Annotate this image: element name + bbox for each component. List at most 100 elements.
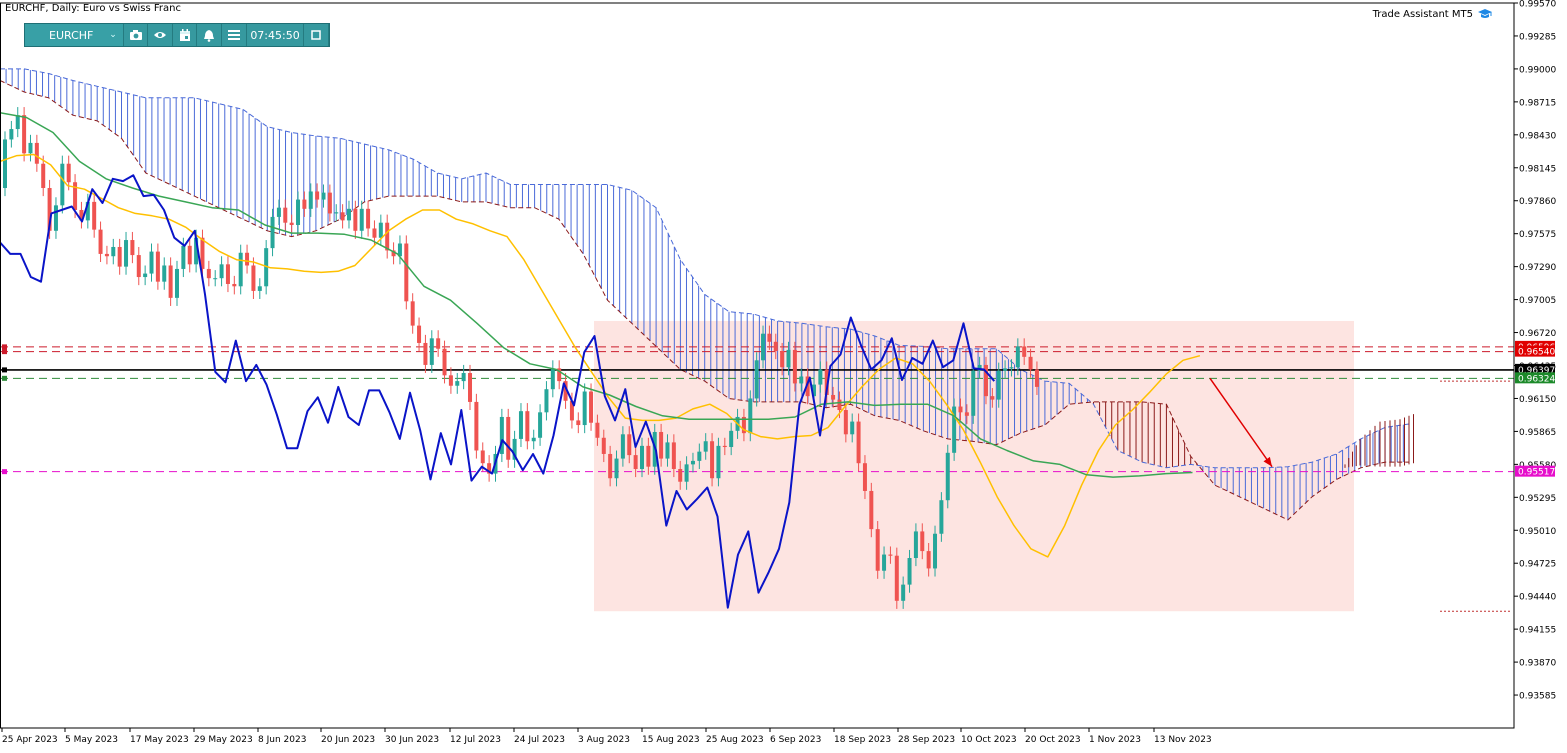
bull-candle [219, 264, 224, 279]
symbol-selector[interactable]: EURCHF ⌄ [25, 24, 124, 46]
x-tick-label: 12 Jul 2023 [450, 735, 501, 745]
price-label: 0.96540 [1518, 348, 1555, 358]
x-tick-label: 6 Sep 2023 [770, 735, 821, 745]
bull-candle [665, 442, 670, 459]
bear-candle [722, 445, 727, 448]
bear-candle [22, 115, 27, 154]
bull-candle [378, 222, 383, 238]
bull-candle [703, 441, 708, 452]
bear-candle [862, 463, 867, 491]
y-tick-label: 0.93585 [1519, 692, 1556, 702]
bull-candle [276, 207, 281, 217]
bull-candle [455, 381, 460, 386]
bear-candle [468, 373, 473, 402]
calendar-icon [179, 28, 190, 41]
bear-candle [601, 437, 606, 454]
bull-candle [716, 445, 721, 479]
bear-candle [1028, 356, 1033, 370]
y-tick-label: 0.96150 [1519, 395, 1556, 405]
y-tick-label: 0.99285 [1519, 32, 1556, 42]
bull-candle [544, 389, 549, 413]
bear-candle [327, 192, 332, 214]
analysis-zone [594, 320, 1354, 612]
x-tick-label: 10 Oct 2023 [961, 735, 1017, 745]
bear-candle [315, 191, 320, 200]
x-tick-label: 18 Sep 2023 [834, 735, 891, 745]
bear-candle [633, 455, 638, 469]
chart-canvas: 0.99570 0.99285 0.99000 0.98715 0.98430 0.981… [0, 0, 1567, 749]
trade-assistant-label[interactable]: Trade Assistant MT5 [1373, 8, 1493, 20]
bear-candle [671, 442, 676, 469]
trade-assistant-text: Trade Assistant MT5 [1372, 8, 1473, 20]
quick-toolbar: EURCHF ⌄ 07:45:50 [24, 23, 330, 47]
watch-button[interactable] [148, 24, 173, 46]
bull-candle [697, 451, 702, 461]
bear-candle [869, 490, 874, 530]
bull-candle [1003, 368, 1008, 371]
y-tick-label: 0.99000 [1519, 65, 1556, 75]
bear-candle [856, 421, 861, 464]
x-tick-label: 25 Apr 2023 [2, 735, 58, 745]
x-tick-label: 15 Aug 2023 [642, 735, 700, 745]
bull-candle [238, 252, 243, 287]
price-chart[interactable]: 0.99570 0.99285 0.99000 0.98715 0.98430 0.981… [0, 0, 1567, 749]
alerts-button[interactable] [197, 24, 222, 46]
window-icon [311, 30, 322, 40]
screenshot-button[interactable] [123, 24, 149, 46]
bear-candle [875, 529, 880, 571]
bull-candle [321, 192, 326, 200]
bear-candle [372, 228, 377, 238]
bear-candle [506, 416, 511, 460]
bull-candle [1009, 367, 1014, 369]
bear-candle [837, 399, 842, 411]
bear-candle [340, 212, 345, 221]
y-tick-label: 0.95865 [1519, 428, 1556, 438]
bear-candle [964, 412, 969, 416]
bull-candle [550, 368, 555, 390]
bear-candle [920, 531, 925, 552]
bull-candle [111, 246, 116, 257]
bear-candle [525, 411, 530, 442]
bull-candle [582, 391, 587, 426]
bear-candle [474, 401, 479, 451]
calendar-button[interactable] [172, 24, 198, 46]
window-toggle-button[interactable] [304, 24, 330, 46]
bull-candle [270, 216, 275, 249]
bear-candle [442, 348, 447, 376]
bear-candle [34, 142, 39, 164]
y-tick-label: 0.94440 [1519, 593, 1556, 603]
bear-candle [990, 396, 995, 400]
bear-candle [417, 325, 422, 343]
bear-candle [710, 441, 715, 479]
bear-candle [104, 253, 109, 257]
bear-candle [436, 338, 441, 349]
x-tick-label: 8 Jun 2023 [258, 735, 306, 745]
y-tick-label: 0.93870 [1519, 659, 1556, 669]
menu-button[interactable] [221, 24, 247, 46]
bull-candle [296, 199, 301, 226]
bear-candle [480, 450, 485, 464]
bear-candle [792, 349, 797, 384]
bull-candle [346, 208, 351, 221]
bull-candle [620, 434, 625, 459]
y-tick-label: 0.98430 [1519, 131, 1556, 141]
bull-candle [359, 208, 364, 231]
x-tick-label: 25 Aug 2023 [706, 735, 764, 745]
bull-candle [15, 115, 20, 130]
eye-icon [154, 32, 167, 38]
bull-candle [9, 129, 14, 140]
bear-candle [130, 240, 135, 256]
alert-icon [204, 29, 215, 42]
level-handle [2, 469, 7, 475]
x-tick-label: 3 Aug 2023 [578, 735, 630, 745]
bear-candle [843, 410, 848, 435]
bull-candle [786, 349, 791, 368]
bull-candle [933, 533, 938, 569]
y-tick-label: 0.99570 [1519, 0, 1556, 10]
bear-candle [627, 434, 632, 456]
bear-candle [168, 265, 173, 298]
x-tick-label: 24 Jul 2023 [514, 735, 565, 745]
bull-candle [1015, 346, 1020, 368]
bear-candle [595, 422, 600, 438]
bear-candle [136, 255, 141, 278]
